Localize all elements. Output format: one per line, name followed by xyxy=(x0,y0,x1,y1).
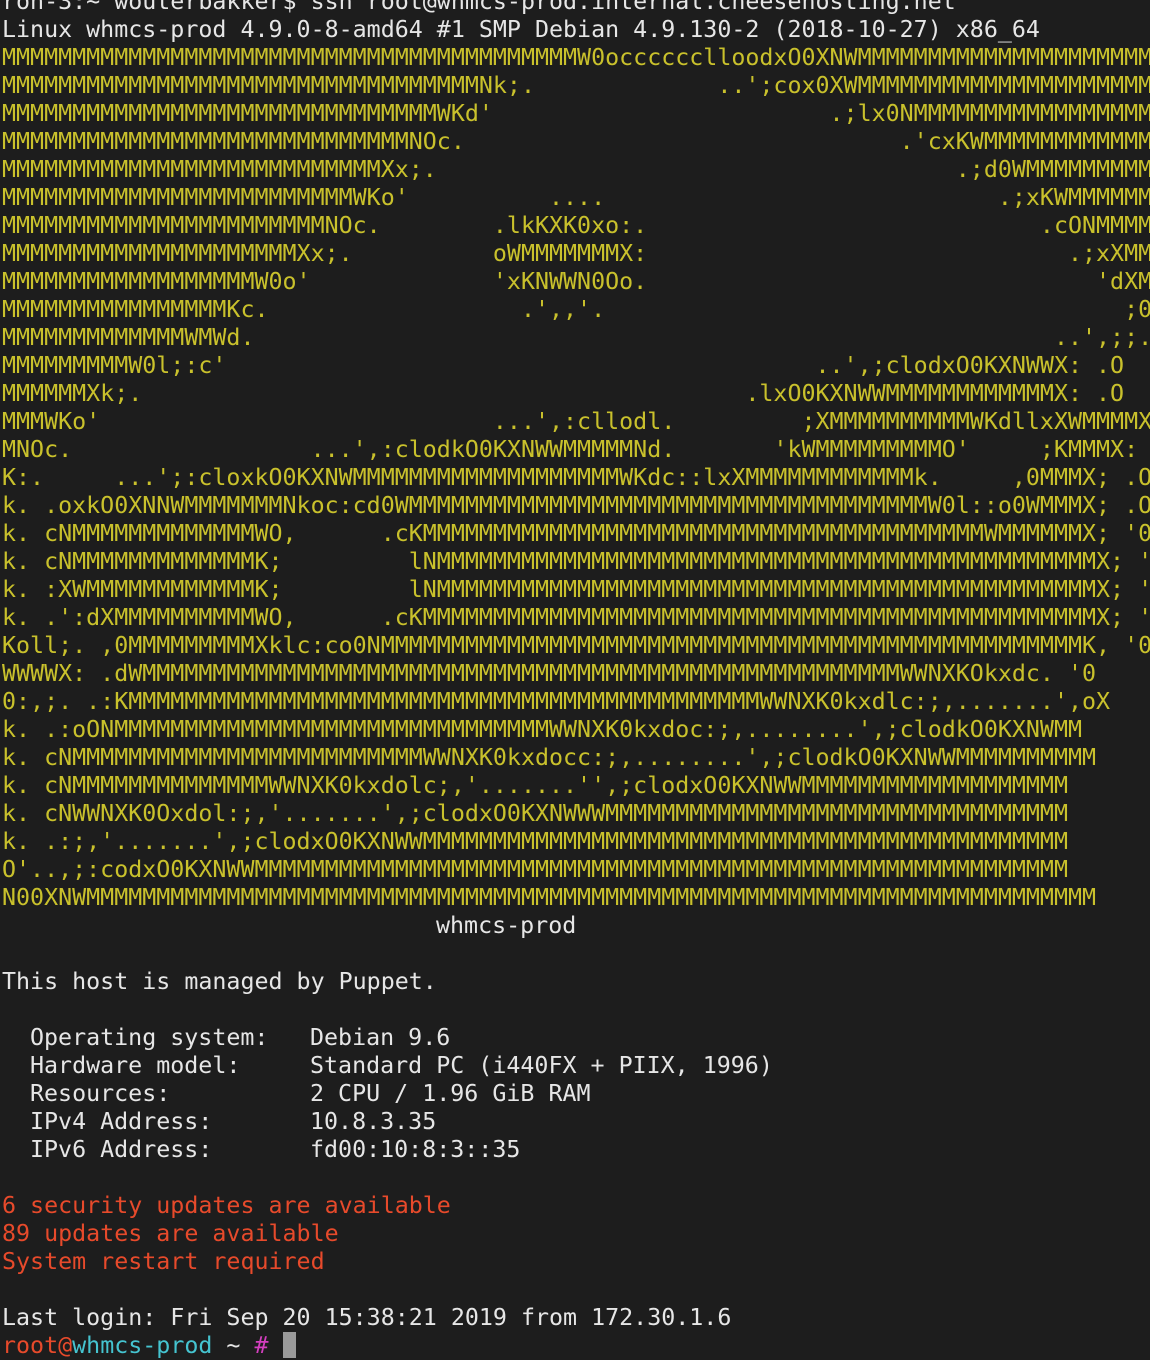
ascii-art-line: K:. ...';:cloxkO0KXNWMMMMMMMMMMMMMMMMMMM… xyxy=(2,464,1150,491)
ascii-art-line: MMMMMMMMMMMMMMMMMMMMMMMMMWKo' .... .;xKW… xyxy=(2,184,1150,211)
shell-prompt[interactable]: root@whmcs-prod ~ # xyxy=(2,1332,1150,1360)
ascii-art-line: MMMMMMMMMMMMMMMMMMMMMMMMMMMMMMMMMMMMMMMM… xyxy=(2,44,1150,71)
ascii-art-line: MNOc. ...',:clodkO0KXNWWMMMMMNd. 'kWMMMM… xyxy=(2,436,1150,463)
ascii-art-line: MMMMMMMMMMMMMMMMMMMMMMMMMMMXx;. .;d0WMMM… xyxy=(2,156,1150,183)
info-value: fd00:10:8:3::35 xyxy=(310,1136,521,1163)
ascii-art-line: MMMMMMMMMMMMMMMMMMMMMMMMMMMMMMMMMMNk;. .… xyxy=(2,72,1150,99)
ascii-art-line: k. .oxkO0XNNWMMMMMMMNkoc:cd0WMMMMMMMMMMM… xyxy=(2,492,1150,519)
info-row-ipv4: IPv4 Address: 10.8.3.35 xyxy=(2,1108,1150,1136)
security-updates-warning: 6 security updates are available xyxy=(2,1192,451,1219)
ascii-art-logo: MMMMMMMMMMMMMMMMMMMMMMMMMMMMMMMMMMMMMMMM… xyxy=(2,44,1150,912)
info-row-ipv6: IPv6 Address: fd00:10:8:3::35 xyxy=(2,1136,1150,1164)
prompt-host: whmcs-prod xyxy=(72,1332,213,1359)
ascii-art-line: k. :XWMMMMMMMMMMMMK; lNMMMMMMMMMMMMMMMMM… xyxy=(2,576,1150,603)
managed-by-text: This host is managed by Puppet. xyxy=(2,968,437,995)
info-value: Debian 9.6 xyxy=(310,1024,451,1051)
ascii-art-line: MMMMMMMMMMMMMMMMMMMMMXx;. oWMMMMMMMX: .;… xyxy=(2,240,1150,267)
ssh-command-line: ron-3:~ wouterbakker$ ssh root@whmcs-pro… xyxy=(2,0,956,15)
text-cursor[interactable] xyxy=(282,1332,296,1358)
ascii-art-line: MMMMMMXk;. .lxO0KXNWWMMMMMMMMMMMMX: .O xyxy=(2,380,1125,407)
system-info-list: Operating system: Debian 9.6 Hardware mod… xyxy=(2,1024,1150,1164)
terminal-output: ron-3:~ wouterbakker$ ssh root@whmcs-pro… xyxy=(2,0,1150,1360)
terminal-window[interactable]: ron-3:~ wouterbakker$ ssh root@whmcs-pro… xyxy=(0,0,1150,1360)
ascii-art-line: k. .':dXMMMMMMMMMMWO, .cKMMMMMMMMMMMMMMM… xyxy=(2,604,1150,631)
info-row-os: Operating system: Debian 9.6 xyxy=(2,1024,1150,1052)
last-login-line: Last login: Fri Sep 20 15:38:21 2019 fro… xyxy=(2,1304,732,1331)
info-label: IPv4 Address: xyxy=(30,1108,213,1135)
ascii-art-line: MMMMMMMMMMMMMMMMMMW0o' 'xKNWWN0Oo. 'dXM xyxy=(2,268,1150,295)
ascii-art-line: k. cNMMMMMMMMMMMMMMWWNXK0kxdolc;,'......… xyxy=(2,772,1068,799)
uname-line: Linux whmcs-prod 4.9.0-8-amd64 #1 SMP De… xyxy=(2,16,1040,43)
ascii-art-line: k. .:oONMMMMMMMMMMMMMMMMMMMMMMMMMMMMMMMW… xyxy=(2,716,1082,743)
prompt-path: ~ xyxy=(212,1332,255,1359)
prompt-user: root xyxy=(2,1332,59,1359)
ascii-art-line: k. cNMMMMMMMMMMMMMK; lNMMMMMMMMMMMMMMMMM… xyxy=(2,548,1150,575)
restart-warning: System restart required xyxy=(2,1248,325,1275)
hostname-banner: whmcs-prod xyxy=(436,912,577,939)
info-row-resources: Resources: 2 CPU / 1.96 GiB RAM xyxy=(2,1080,1150,1108)
ascii-art-line: MMMMMMMMMMMMMMMMKc. .',,'. ;0 xyxy=(2,296,1150,323)
ascii-art-line: Koll;. ,0MMMMMMMMMXklc:co0NMMMMMMMMMMMMM… xyxy=(2,632,1150,659)
ascii-art-line: MMMMMMMMMMMMMWMWd. ..',;;. .k xyxy=(2,324,1150,351)
info-row-hardware: Hardware model: Standard PC (i440FX + PII… xyxy=(2,1052,1150,1080)
ascii-art-line: k. cNMMMMMMMMMMMMMWO, .cKMMMMMMMMMMMMMMM… xyxy=(2,520,1150,547)
prompt-symbol: # xyxy=(254,1332,283,1359)
info-label: IPv6 Address: xyxy=(30,1136,213,1163)
info-label: Operating system: xyxy=(30,1024,269,1051)
ascii-art-line: k. .:;,'.......',;clodxO0KXNWWMMMMMMMMMM… xyxy=(2,828,1068,855)
updates-warning: 89 updates are available xyxy=(2,1220,339,1247)
ascii-art-line: N00XNWMMMMMMMMMMMMMMMMMMMMMMMMMMMMMMMMMM… xyxy=(2,884,1097,911)
ascii-art-line: WWWWX: .dWMMMMMMMMMMMMMMMMMMMMMMMMMMMMMM… xyxy=(2,660,1097,687)
info-value: 10.8.3.35 xyxy=(310,1108,437,1135)
ascii-art-line: k. cNWWNXK0Oxdol:;,'.......',;clodxO0KXN… xyxy=(2,800,1068,827)
ascii-art-line: k. cNMMMMMMMMMMMMMMMMMMMMMMMMMWWNXK0kxdo… xyxy=(2,744,1097,771)
ascii-art-line: 0:,;. .:KMMMMMMMMMMMMMMMMMMMMMMMMMMMMMMM… xyxy=(2,688,1111,715)
ascii-art-line: MMMWKo' ...',:cllodl. ;XMMMMMMMMMMWKdllx… xyxy=(2,408,1150,435)
ascii-art-line: MMMMMMMMMMMMMMMMMMMMMMMMMMMMMMMWKd' .;lx… xyxy=(2,100,1150,127)
info-value: Standard PC (i440FX + PIIX, 1996) xyxy=(310,1052,773,1079)
info-label: Resources: xyxy=(30,1080,171,1107)
info-value: 2 CPU / 1.96 GiB RAM xyxy=(310,1080,591,1107)
prompt-at: @ xyxy=(58,1332,73,1359)
ascii-art-line: MMMMMMMMMMMMMMMMMMMMMMMMMMMMMNOc. .'cxKW… xyxy=(2,128,1150,155)
info-label: Hardware model: xyxy=(30,1052,241,1079)
ascii-art-line: MMMMMMMMMMMMMMMMMMMMMMMNOc. .lkKXK0xo:. … xyxy=(2,212,1150,239)
ascii-art-line: O'..,;:codxO0KXNWWMMMMMMMMMMMMMMMMMMMMMM… xyxy=(2,856,1068,883)
ascii-art-line: MMMMMMMMMW0l;:c' ..',;clodxO0KXNWWX: .O xyxy=(2,352,1125,379)
